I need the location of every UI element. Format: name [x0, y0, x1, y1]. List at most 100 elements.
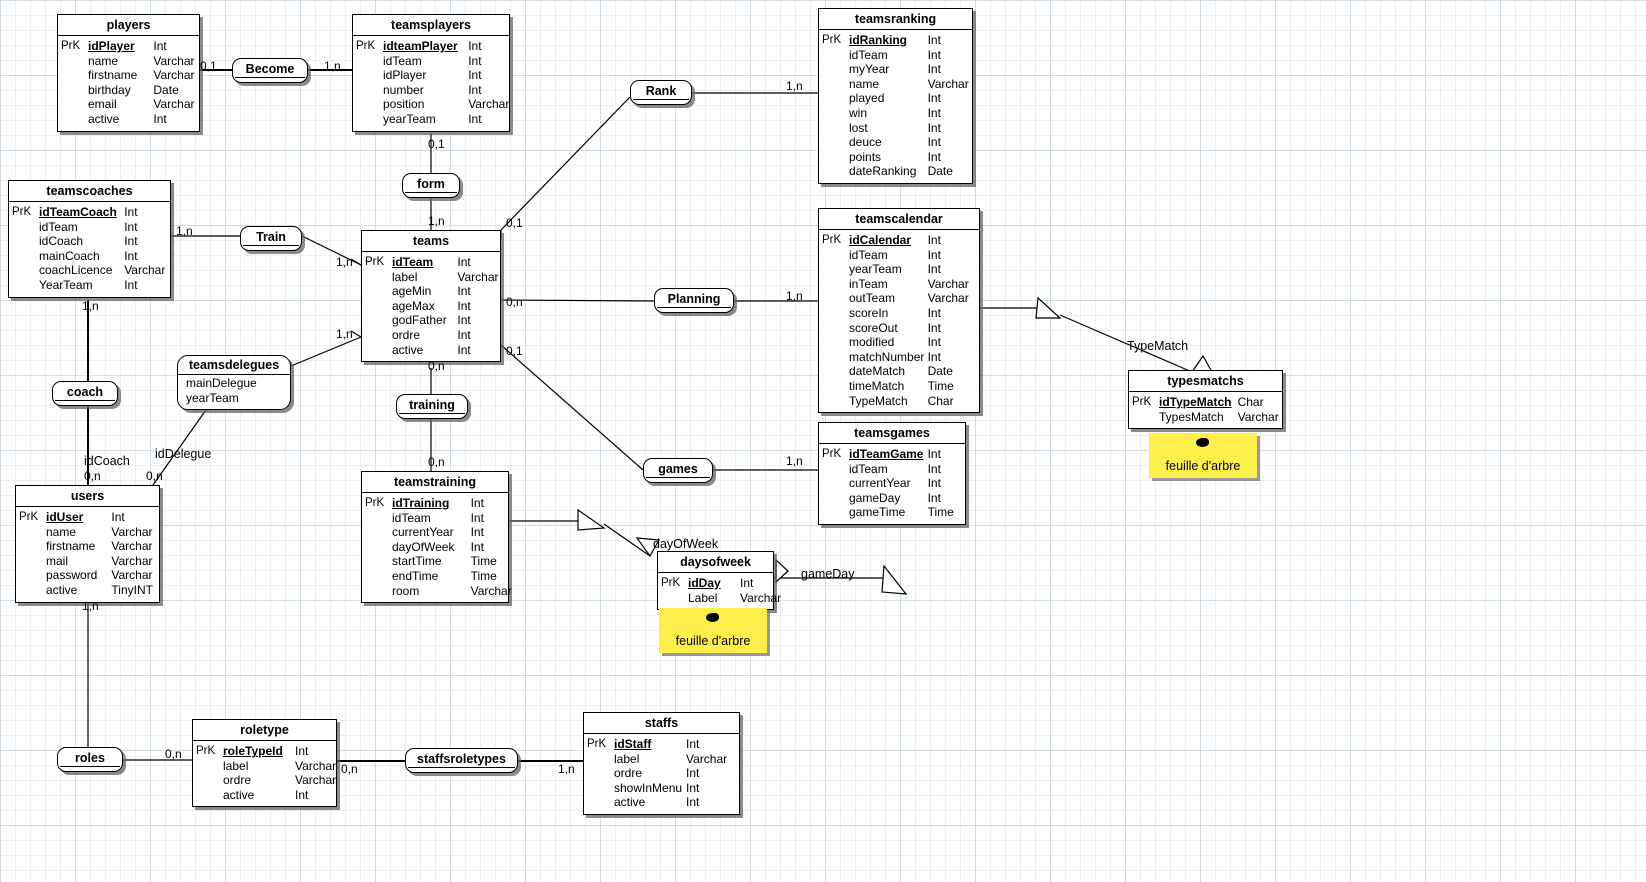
attribute-key-marker: PrK [356, 40, 376, 52]
attribute-name: scoreIn [849, 305, 889, 320]
attribute-row: PrK roleTypeId Int [196, 744, 334, 759]
attribute-key-marker [356, 68, 383, 83]
relationship-become[interactable]: Become [232, 58, 308, 83]
attribute-row: inTeam Varchar [822, 277, 977, 292]
entity-daysofweek[interactable]: daysofweek PrK idDay Int Label Varchar [657, 551, 781, 611]
entity-teamsplayers[interactable]: teamsplayers PrK idteamPlayer Int idTeam Int i… [352, 14, 510, 132]
relationship-train[interactable]: Train [240, 226, 302, 251]
attribute-key-marker [356, 83, 383, 98]
attribute-type: Int [927, 120, 941, 135]
entity-teamscalendar[interactable]: teamscalendar PrK idCalendar Int idTeam Int ye… [818, 208, 980, 414]
attribute-row: name Varchar [61, 54, 197, 69]
attribute-type: Int [470, 496, 484, 510]
attribute-type: Int [295, 787, 309, 802]
attribute-row: ageMax Int [365, 299, 498, 314]
attribute-key-marker [19, 554, 46, 569]
attribute-type: Int [111, 510, 125, 524]
entity-title-players: players [58, 15, 199, 36]
attribute-row: points Int [822, 150, 970, 165]
edge-label: TypeMatch [1127, 339, 1189, 353]
cardinality-label: 1,n [786, 289, 803, 303]
attribute-type: Int [927, 447, 941, 461]
attribute-row: mainCoach Int [12, 249, 168, 264]
attribute-row: password Varchar [19, 568, 157, 583]
relationship-planning[interactable]: Planning [654, 288, 734, 313]
attribute-type: Time [927, 378, 954, 393]
attribute-type: Int [927, 262, 941, 277]
attribute-type: Int [927, 62, 941, 77]
attribute-key-marker [822, 277, 849, 292]
attribute-key-marker [822, 462, 849, 477]
attribute-name: gameDay [849, 490, 901, 505]
attribute-row: dayOfWeek Int [365, 540, 506, 555]
entity-roletype[interactable]: roletype PrK roleTypeId Int label Varchar ordr… [192, 719, 337, 808]
attribute-name: dayOfWeek [392, 539, 455, 554]
entity-teamsgames[interactable]: teamsgames PrK idTeamGame Int idTeam Int curre… [818, 422, 966, 525]
attribute-name: label [392, 269, 418, 284]
entity-teams[interactable]: teams PrK idTeam Int label Varchar ageMin Int ag… [361, 230, 501, 363]
relationship-staffsroletypes[interactable]: staffsroletypes [405, 748, 518, 773]
attribute-row: gameTime Time [822, 505, 963, 520]
relationship-form[interactable]: form [402, 173, 460, 198]
entity-staffs[interactable]: staffs PrK idStaff Int label Varchar ordre Int s… [583, 712, 740, 815]
attribute-name: currentYear [392, 525, 454, 540]
entity-players[interactable]: players PrK idPlayer Int name Varchar firstnam… [57, 14, 200, 132]
attribute-name: name [46, 524, 77, 539]
attribute-type: Int [468, 68, 482, 83]
relationship-rank[interactable]: Rank [630, 80, 692, 105]
relationship-roles[interactable]: roles [57, 747, 123, 772]
entity-teamscoaches[interactable]: teamscoaches PrK idTeamCoach Int idTeam Int id… [8, 180, 171, 298]
entity-teamsranking[interactable]: teamsranking PrK idRanking Int idTeam Int myYe… [818, 8, 973, 184]
cardinality-label: 0,n [165, 747, 182, 761]
attribute-type: TinyINT [111, 582, 153, 597]
attribute-row: PrK idUser Int [19, 510, 157, 525]
attribute-name: idRanking [849, 33, 908, 47]
attribute-type: Varchar [111, 568, 153, 583]
entity-users[interactable]: users PrK idUser Int name Varchar firstname Var… [15, 485, 160, 603]
attribute-type: Int [686, 795, 700, 810]
attribute-type: Int [457, 284, 471, 299]
attribute-name: active [392, 342, 424, 357]
entity-title-teamsranking: teamsranking [819, 9, 972, 30]
attribute-row: PrK idTeamGame Int [822, 447, 963, 462]
attribute-row: firstname Varchar [61, 68, 197, 83]
attribute-key-marker: PrK [12, 206, 32, 218]
attribute-row: ordre Int [587, 766, 737, 781]
entity-teamstraining[interactable]: teamstraining PrK idTraining Int idTeam Int cu… [361, 471, 512, 604]
attribute-key-marker [822, 291, 849, 306]
attribute-name: yearTeam [383, 111, 436, 126]
attribute-row: active Int [196, 788, 334, 803]
relationship-training[interactable]: training [396, 394, 468, 419]
attribute-row: idTeam Int [12, 220, 168, 235]
relationship-teamsdelegues[interactable]: teamsdelegues mainDelegue yearTeam [177, 355, 291, 410]
attribute-key-marker: PrK [822, 448, 842, 460]
attribute-name: name [849, 76, 880, 91]
attribute-name: idTeam [39, 219, 78, 234]
attribute-type: Int [457, 313, 471, 328]
entity-typesmatchs[interactable]: typesmatchs PrK idTypeMatch Char TypesMatch V… [1128, 370, 1283, 430]
attribute-row: currentYear Int [822, 476, 963, 491]
attribute-name: idPlayer [383, 68, 427, 83]
attribute-key-marker [822, 379, 849, 394]
relationship-games[interactable]: games [643, 458, 713, 483]
cardinality-label: 1,n [428, 214, 445, 228]
attribute-name: idteamPlayer [383, 39, 458, 53]
entity-attributes-teams: PrK idTeam Int label Varchar ageMin Int ageMax I… [362, 252, 500, 361]
attribute-key-marker: PrK [822, 34, 842, 46]
entity-attributes-teamscalendar: PrK idCalendar Int idTeam Int yearTeam Int inTe… [819, 230, 979, 412]
note-daysofweek[interactable]: feuille d'arbre [659, 608, 767, 653]
attribute-row: ordre Varchar [196, 773, 336, 788]
relationship-coach[interactable]: coach [52, 381, 118, 406]
attribute-name: played [849, 91, 885, 106]
attribute-type: Date [927, 364, 953, 379]
attribute-type: Int [927, 149, 941, 164]
attribute-type: Int [927, 135, 941, 150]
attribute-row: PrK idTypeMatch Char [1132, 395, 1280, 410]
note-typesmatchs[interactable]: feuille d'arbre [1149, 433, 1257, 478]
entity-title-teamscoaches: teamscoaches [9, 181, 170, 202]
attribute-name: active [88, 111, 120, 126]
attribute-row: yearTeam Int [822, 262, 977, 277]
attribute-type: Int [927, 490, 941, 505]
attribute-key-marker [12, 249, 39, 264]
attribute-row: active TinyINT [19, 583, 157, 598]
